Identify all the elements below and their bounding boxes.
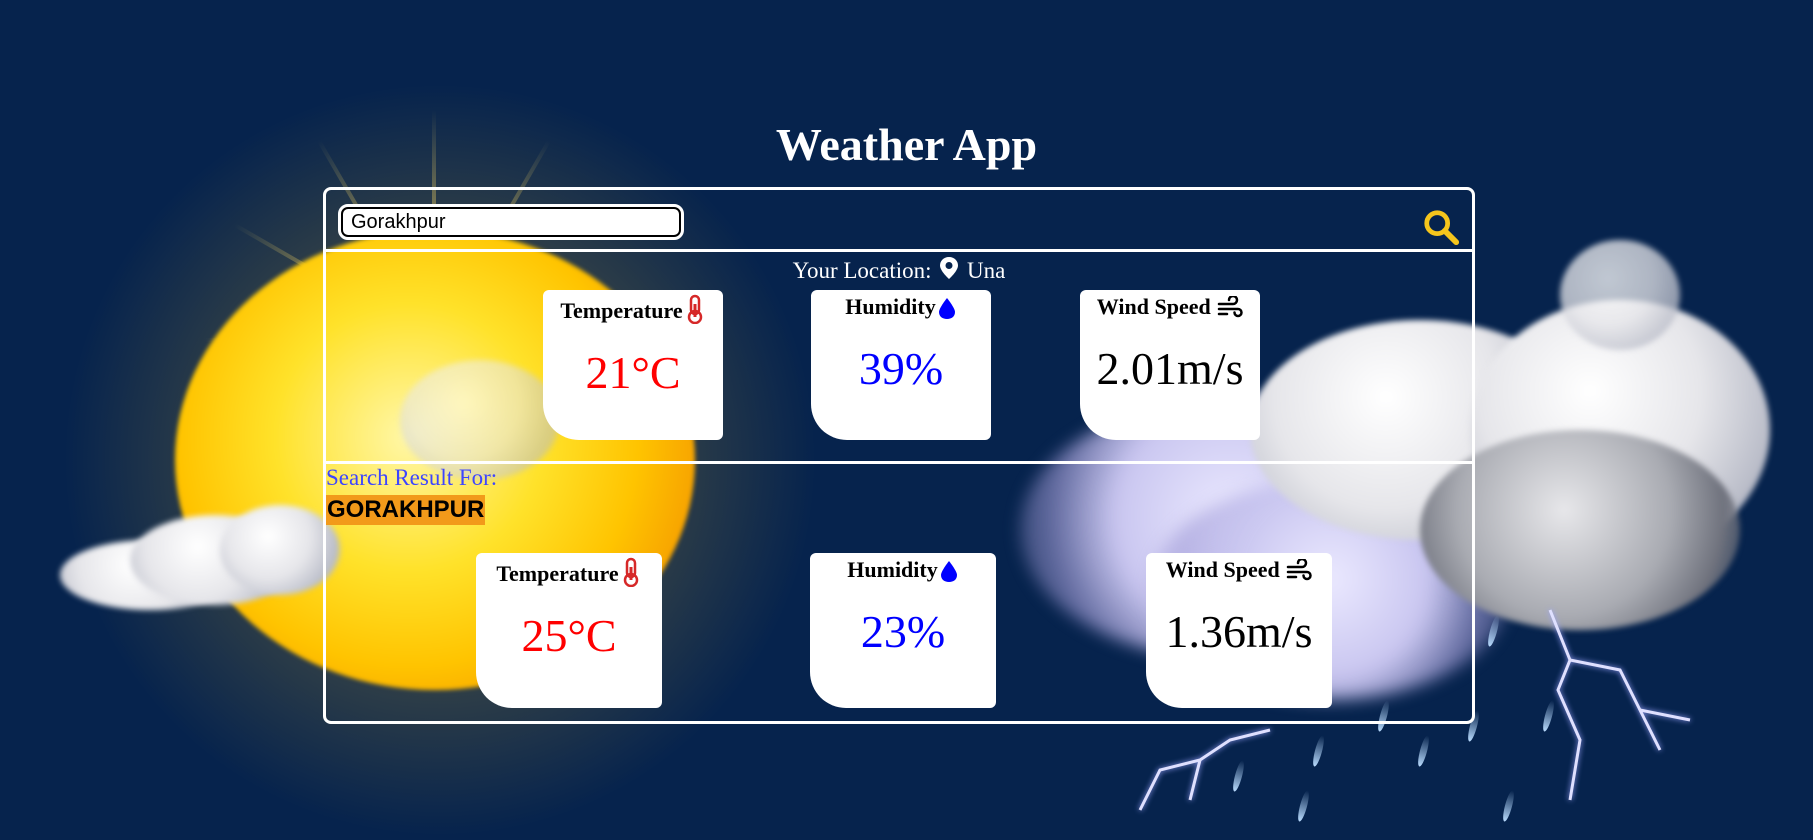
- search-bar: [326, 190, 1472, 252]
- wind-icon: [1286, 557, 1312, 581]
- result-temperature-card: Temperature 25°C: [476, 553, 662, 708]
- thermometer-icon: [687, 294, 702, 325]
- location-label: Your Location:: [792, 258, 932, 283]
- result-temperature-value: 25°C: [521, 610, 617, 661]
- water-drop-icon: [938, 298, 955, 319]
- result-humidity-value: 23%: [860, 606, 946, 657]
- result-wind-speed-card: Wind Speed 1.36m/s: [1146, 553, 1332, 708]
- result-humidity-heading: Humidity: [810, 553, 996, 583]
- wind-speed-heading: Wind Speed: [1080, 290, 1260, 320]
- search-result-city: GORAKHPUR: [326, 495, 486, 525]
- weather-panel: Your Location: Una Temperature 21°C Humi…: [323, 187, 1475, 724]
- location-city: Una: [967, 258, 1006, 283]
- wind-icon: [1217, 294, 1243, 318]
- result-humidity-card: Humidity 23%: [810, 553, 996, 708]
- temperature-value: 21°C: [585, 347, 681, 398]
- result-wind-speed-heading: Wind Speed: [1146, 553, 1332, 583]
- temperature-card: Temperature 21°C: [543, 290, 723, 440]
- result-wind-speed-value: 1.36m/s: [1165, 606, 1313, 657]
- page-title: Weather App: [775, 119, 1038, 170]
- search-result-label: Search Result For:: [326, 465, 498, 490]
- search-input[interactable]: [338, 204, 684, 240]
- result-temperature-heading: Temperature: [476, 553, 662, 588]
- humidity-value: 39%: [858, 343, 944, 394]
- wind-speed-card: Wind Speed 2.01m/s: [1080, 290, 1260, 440]
- section-divider: [326, 461, 1472, 464]
- thermometer-icon: [623, 557, 638, 588]
- humidity-heading: Humidity: [811, 290, 991, 320]
- humidity-card: Humidity 39%: [811, 290, 991, 440]
- current-location: Your Location: Una: [326, 256, 1472, 284]
- temperature-heading: Temperature: [543, 290, 723, 325]
- wind-speed-value: 2.01m/s: [1096, 343, 1244, 394]
- water-drop-icon: [940, 561, 957, 582]
- lightning-icon: [1548, 609, 1691, 801]
- location-pin-icon: [940, 257, 959, 279]
- search-icon[interactable]: [1422, 208, 1460, 246]
